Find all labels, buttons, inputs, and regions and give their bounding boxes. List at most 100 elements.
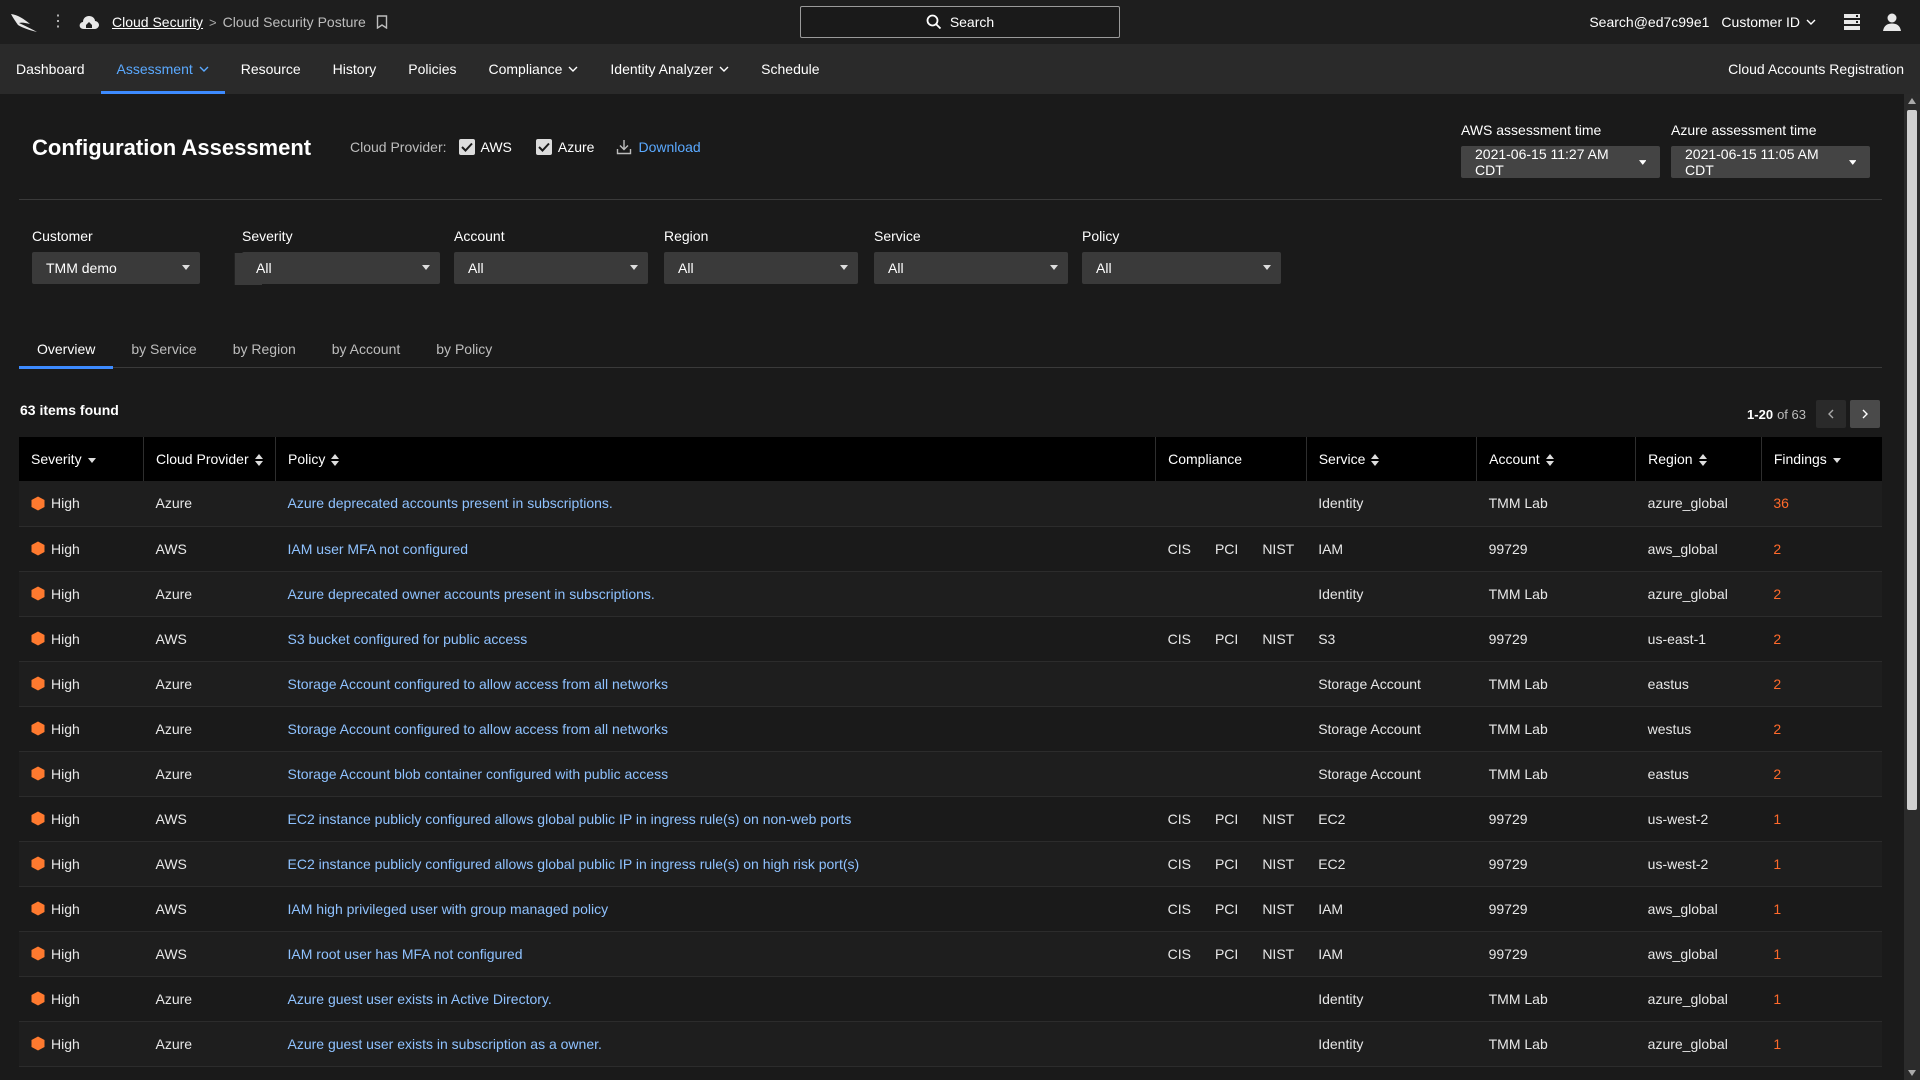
tab-overview[interactable]: Overview bbox=[19, 330, 114, 369]
nav-resource[interactable]: Resource bbox=[225, 44, 317, 94]
column-header-findings[interactable]: Findings bbox=[1761, 437, 1882, 481]
global-search-button[interactable]: Search bbox=[800, 6, 1120, 38]
scroll-up-icon[interactable] bbox=[1908, 98, 1916, 104]
policy-link[interactable]: Storage Account configured to allow acce… bbox=[276, 661, 1156, 706]
severity-select[interactable]: All bbox=[242, 252, 440, 284]
table-row[interactable]: High AWS IAM root user has MFA not confi… bbox=[19, 931, 1882, 976]
findings-count[interactable]: 1 bbox=[1761, 796, 1882, 841]
falcon-logo-icon[interactable] bbox=[10, 10, 38, 34]
customer-select[interactable]: TMM demo bbox=[32, 252, 200, 284]
column-header-service[interactable]: Service bbox=[1306, 437, 1478, 481]
policy-link[interactable]: Azure deprecated accounts present in sub… bbox=[276, 481, 1156, 526]
findings-count[interactable]: 1 bbox=[1761, 1021, 1882, 1066]
findings-count[interactable]: 1 bbox=[1761, 841, 1882, 886]
previous-page-button[interactable] bbox=[1816, 400, 1846, 428]
chevron-down-icon bbox=[1806, 19, 1816, 25]
policy-link[interactable]: EC2 instance publicly configured allows … bbox=[276, 841, 1156, 886]
policy-link[interactable]: IAM user MFA not configured bbox=[276, 526, 1156, 571]
table-row[interactable]: High AWS IAM high privileged user with g… bbox=[19, 886, 1882, 931]
nav-identity-analyzer[interactable]: Identity Analyzer bbox=[594, 44, 745, 94]
service-cell: IAM bbox=[1318, 540, 1344, 557]
policy-link[interactable]: Azure guest user exists in subscription … bbox=[276, 1021, 1156, 1066]
findings-count[interactable]: 2 bbox=[1761, 571, 1882, 616]
view-tabs: Overview by Service by Region by Account… bbox=[19, 330, 1882, 369]
service-select[interactable]: All bbox=[874, 252, 1068, 284]
findings-count[interactable]: 1 bbox=[1761, 886, 1882, 931]
policy-select[interactable]: All bbox=[1082, 252, 1281, 284]
findings-count[interactable]: 2 bbox=[1761, 616, 1882, 661]
notifications-tray-icon[interactable] bbox=[1840, 10, 1864, 34]
severity-label: High bbox=[51, 1035, 80, 1052]
policy-link[interactable]: S3 bucket configured for public access bbox=[276, 616, 1156, 661]
table-row[interactable]: High AWS EC2 instance publicly configure… bbox=[19, 796, 1882, 841]
findings-count[interactable]: 2 bbox=[1761, 661, 1882, 706]
cloud-provider-cell: Azure bbox=[155, 585, 193, 602]
table-row[interactable]: High Azure Storage Account configured to… bbox=[19, 661, 1882, 706]
aws-checkbox[interactable]: AWS bbox=[458, 139, 512, 155]
scroll-down-icon[interactable] bbox=[1908, 1070, 1916, 1076]
column-header-severity[interactable]: Severity bbox=[19, 437, 145, 481]
tab-by-account[interactable]: by Account bbox=[314, 330, 419, 368]
breadcrumb-cloud-security[interactable]: Cloud Security bbox=[112, 14, 203, 30]
policy-link[interactable]: IAM root user has MFA not configured bbox=[276, 931, 1156, 976]
tab-by-region[interactable]: by Region bbox=[215, 330, 314, 368]
table-row[interactable]: High Azure Azure deprecated owner accoun… bbox=[19, 571, 1882, 616]
azure-checkbox[interactable]: Azure bbox=[535, 139, 594, 155]
user-profile-icon[interactable] bbox=[1880, 10, 1904, 34]
findings-count[interactable]: 1 bbox=[1761, 931, 1882, 976]
scrollbar-thumb[interactable] bbox=[1907, 110, 1917, 810]
nav-history[interactable]: History bbox=[317, 44, 393, 94]
policy-link[interactable]: Azure guest user exists in Active Direct… bbox=[276, 976, 1156, 1021]
customer-id-dropdown[interactable]: Customer ID bbox=[1721, 14, 1816, 30]
account-select[interactable]: All bbox=[454, 252, 648, 284]
vertical-scrollbar[interactable] bbox=[1904, 94, 1920, 1080]
aws-assessment-time-dropdown[interactable]: 2021-06-15 11:27 AM CDT bbox=[1461, 146, 1660, 178]
table-header-row: Severity Cloud Provider Policy Complianc… bbox=[19, 437, 1882, 481]
tab-by-policy[interactable]: by Policy bbox=[418, 330, 510, 368]
region-cell: us-east-1 bbox=[1647, 630, 1707, 647]
policy-link[interactable]: Storage Account configured to allow acce… bbox=[276, 706, 1156, 751]
policy-filter-label: Policy bbox=[1082, 228, 1120, 244]
findings-count[interactable]: 2 bbox=[1761, 706, 1882, 751]
table-row[interactable]: High Azure Azure guest user exists in Ac… bbox=[19, 976, 1882, 1021]
severity-cell: High bbox=[19, 976, 144, 1021]
findings-count[interactable]: 2 bbox=[1761, 526, 1882, 571]
region-select[interactable]: All bbox=[664, 252, 858, 284]
column-header-policy[interactable]: Policy bbox=[275, 437, 1157, 481]
policy-link[interactable]: Azure deprecated owner accounts present … bbox=[276, 571, 1156, 616]
next-page-button[interactable] bbox=[1850, 400, 1880, 428]
nav-dashboard[interactable]: Dashboard bbox=[0, 44, 101, 94]
policy-link[interactable]: IAM high privileged user with group mana… bbox=[276, 886, 1156, 931]
bookmark-icon[interactable] bbox=[376, 15, 388, 30]
findings-count[interactable]: 36 bbox=[1761, 481, 1882, 526]
nav-assessment[interactable]: Assessment bbox=[100, 44, 226, 94]
table-row[interactable]: High Azure Azure deprecated accounts pre… bbox=[19, 481, 1882, 526]
nav-schedule[interactable]: Schedule bbox=[745, 44, 835, 94]
table-row[interactable]: High Azure Storage Account configured to… bbox=[19, 706, 1882, 751]
severity-high-icon bbox=[31, 721, 45, 736]
account-cell: TMM Lab bbox=[1488, 585, 1548, 602]
column-header-account[interactable]: Account bbox=[1476, 437, 1637, 481]
nav-policies[interactable]: Policies bbox=[392, 44, 472, 94]
table-row[interactable]: High Azure Azure guest user exists in su… bbox=[19, 1021, 1882, 1066]
column-header-cloud-provider[interactable]: Cloud Provider bbox=[143, 437, 276, 481]
more-menu-icon[interactable]: ⋮ bbox=[50, 14, 66, 30]
findings-count[interactable]: 1 bbox=[1761, 976, 1882, 1021]
policy-link[interactable]: EC2 instance publicly configured allows … bbox=[276, 796, 1156, 841]
download-button[interactable]: Download bbox=[616, 139, 701, 155]
table-row[interactable]: High AWS S3 bucket configured for public… bbox=[19, 616, 1882, 661]
nav-compliance[interactable]: Compliance bbox=[472, 44, 594, 94]
column-header-region[interactable]: Region bbox=[1635, 437, 1762, 481]
tab-by-service[interactable]: by Service bbox=[113, 330, 214, 368]
table-row[interactable]: High AWS EC2 instance publicly configure… bbox=[19, 841, 1882, 886]
policy-link[interactable]: Storage Account blob container configure… bbox=[276, 751, 1156, 796]
account-cell: TMM Lab bbox=[1488, 720, 1548, 737]
severity-high-icon bbox=[31, 631, 45, 646]
cloud-home-icon[interactable] bbox=[78, 11, 100, 33]
azure-assessment-time-dropdown[interactable]: 2021-06-15 11:05 AM CDT bbox=[1671, 146, 1870, 178]
findings-count[interactable]: 2 bbox=[1761, 751, 1882, 796]
table-row[interactable]: High AWS IAM user MFA not configured CIS… bbox=[19, 526, 1882, 571]
cloud-accounts-registration-link[interactable]: Cloud Accounts Registration bbox=[1728, 44, 1904, 94]
table-row[interactable]: High Azure Storage Account blob containe… bbox=[19, 751, 1882, 796]
compliance-pci: PCI bbox=[1214, 855, 1239, 872]
